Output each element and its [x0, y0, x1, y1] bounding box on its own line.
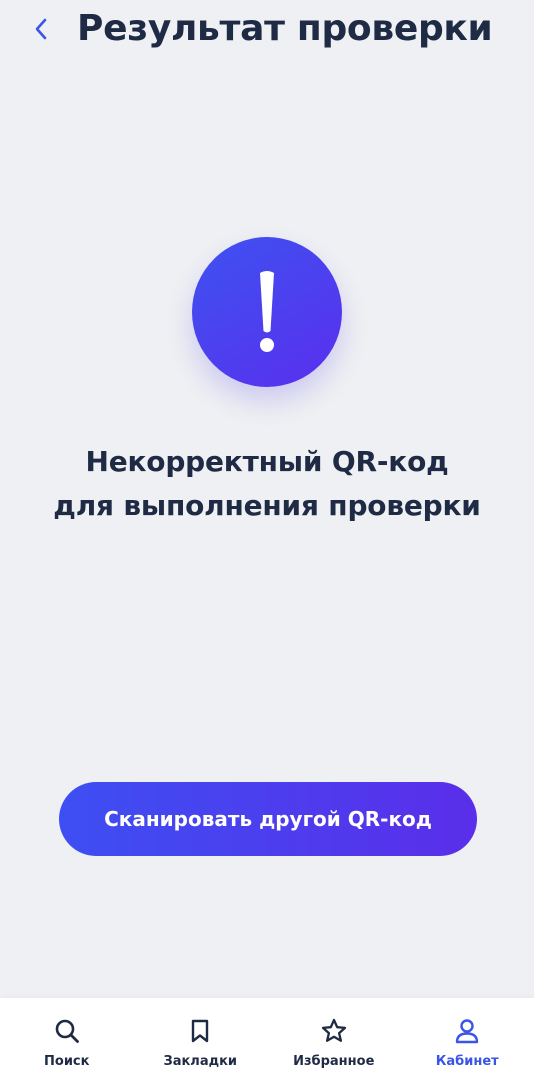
error-status-circle [192, 237, 342, 387]
bottom-nav: Поиск Закладки Избранное Кабинет [0, 998, 534, 1073]
back-button[interactable] [26, 12, 56, 46]
nav-label-search: Поиск [44, 1054, 90, 1069]
nav-item-favorites[interactable]: Избранное [267, 998, 401, 1073]
exclamation-icon [260, 271, 274, 352]
result-message-line2: для выполнения проверки [53, 489, 481, 522]
user-icon [452, 1016, 482, 1046]
search-icon [52, 1016, 82, 1046]
nav-item-bookmarks[interactable]: Закладки [134, 998, 268, 1073]
page-title: Результат проверки [77, 8, 493, 49]
nav-label-bookmarks: Закладки [163, 1054, 238, 1069]
scan-another-qr-button[interactable]: Сканировать другой QR-код [59, 782, 477, 856]
bookmark-icon [185, 1016, 215, 1046]
nav-label-cabinet: Кабинет [435, 1054, 499, 1069]
star-icon [319, 1016, 349, 1046]
result-message-line1: Некорректный QR-код [85, 445, 449, 478]
nav-item-cabinet[interactable]: Кабинет [401, 998, 534, 1073]
nav-label-favorites: Избранное [293, 1054, 375, 1069]
header: Результат проверки [0, 0, 534, 62]
nav-item-search[interactable]: Поиск [0, 998, 134, 1073]
chevron-left-icon [35, 18, 47, 40]
result-message: Некорректный QR-код для выполнения прове… [0, 440, 534, 528]
